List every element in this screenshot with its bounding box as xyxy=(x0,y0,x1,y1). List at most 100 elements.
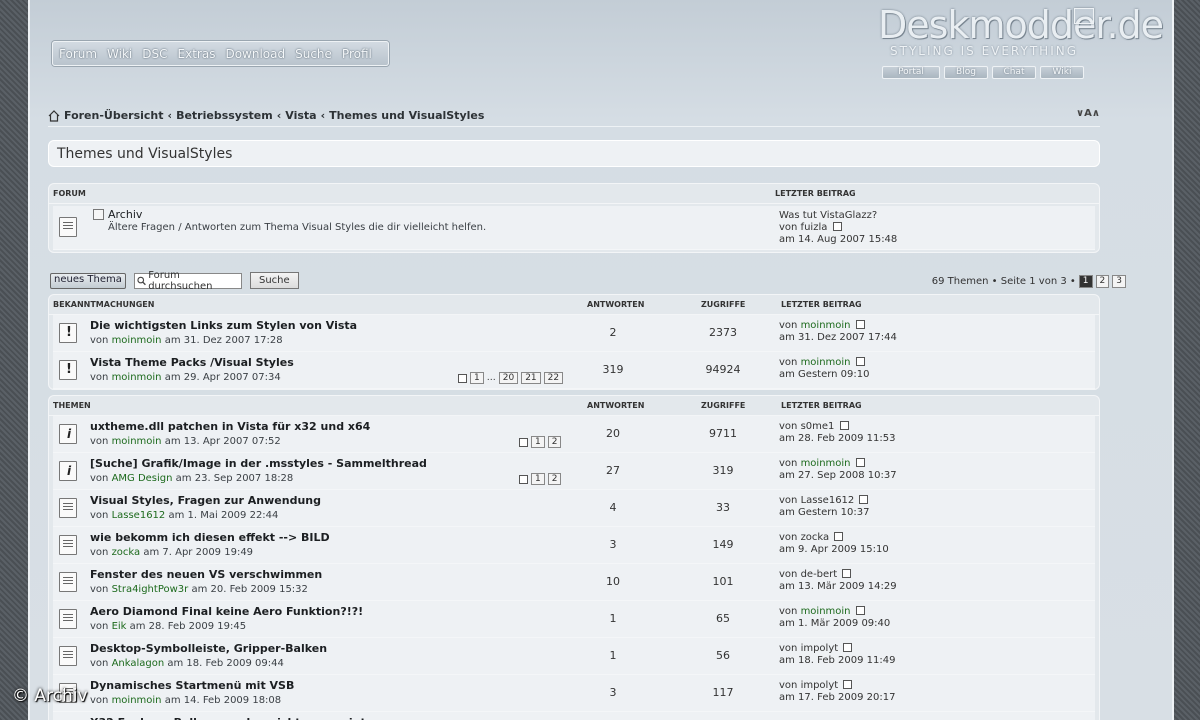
topic-author[interactable]: Stra4ightPow3r xyxy=(112,584,189,595)
home-icon[interactable] xyxy=(48,109,60,122)
font-size-control[interactable]: ∨A∧ xyxy=(1076,108,1100,119)
site-logo[interactable]: Deskmodder.de STYLING IS EVERYTHING xyxy=(878,2,1164,58)
topic-row[interactable]: [Suche] Grafik/Image in der .msstyles - … xyxy=(53,453,1095,490)
col-last-post: LETZTER BEITRAG xyxy=(775,189,856,198)
topic-title[interactable]: Visual Styles, Fragen zur Anwendung xyxy=(90,494,321,507)
last-post-user[interactable]: de-bert xyxy=(801,569,838,580)
nav-extras[interactable]: Extras xyxy=(178,47,216,61)
logo-link-blog[interactable]: Blog xyxy=(944,66,988,79)
topic-row[interactable]: wie bekomm ich diesen effekt --> BILD von… xyxy=(53,527,1095,564)
forum-search-input[interactable]: Forum durchsuchen xyxy=(133,270,242,292)
view-latest-post-icon[interactable] xyxy=(834,532,844,541)
topic-author[interactable]: Ankalagon xyxy=(112,658,165,669)
last-post-title[interactable]: Was tut VistaGlazz? xyxy=(779,210,897,222)
last-post-user[interactable]: impolyt xyxy=(801,643,839,654)
topic-row[interactable]: uxtheme.dll patchen in Vista für x32 und… xyxy=(53,416,1095,453)
topic-title[interactable]: [Suche] Grafik/Image in der .msstyles - … xyxy=(90,457,427,470)
breadcrumb-current[interactable]: Themes und VisualStyles xyxy=(329,109,484,122)
topic-page[interactable]: 2 xyxy=(547,436,562,448)
topic-author-line: von moinmoin am 13. Apr 2007 07:52 xyxy=(90,436,281,447)
nav-dsc[interactable]: DSC xyxy=(142,47,167,61)
topic-title[interactable]: Aero Diamond Final keine Aero Funktion?!… xyxy=(90,605,363,618)
topic-author[interactable]: Eik xyxy=(112,621,127,632)
new-topic-button[interactable]: neues Thema xyxy=(50,272,126,289)
topic-page[interactable]: 1 xyxy=(470,372,484,384)
last-post-date: am 14. Aug 2007 15:48 xyxy=(779,234,898,245)
topic-row[interactable]: X32 Explorer Balken werden nicht angezei… xyxy=(53,712,1095,720)
view-latest-post-icon[interactable] xyxy=(842,569,852,578)
topic-views: 2373 xyxy=(709,326,737,339)
last-post-user[interactable]: moinmoin xyxy=(801,357,851,368)
page-2[interactable]: 2 xyxy=(1095,275,1110,288)
nav-wiki[interactable]: Wiki xyxy=(107,47,132,61)
topic-author[interactable]: moinmoin xyxy=(112,335,162,346)
last-post-user[interactable]: Lasse1612 xyxy=(801,495,855,506)
breadcrumb-betriebssystem[interactable]: Betriebssystem xyxy=(176,109,273,122)
topic-last-post: von moinmoin am Gestern 09:10 xyxy=(779,357,870,380)
topic-row[interactable]: Dynamisches Startmenü mit VSB von moinmoi… xyxy=(53,675,1095,712)
topic-author[interactable]: Lasse1612 xyxy=(112,510,166,521)
topic-page[interactable]: 1 xyxy=(531,436,545,448)
search-button[interactable]: Suche xyxy=(249,272,299,289)
last-post-user[interactable]: moinmoin xyxy=(801,606,851,617)
page-3[interactable]: 3 xyxy=(1112,275,1126,288)
last-post-user[interactable]: impolyt xyxy=(801,680,839,691)
topic-row[interactable]: Visual Styles, Fragen zur Anwendung von L… xyxy=(53,490,1095,527)
view-latest-post-icon[interactable] xyxy=(843,643,853,652)
topic-row[interactable]: Desktop-Symbolleiste, Gripper-Balken von … xyxy=(53,638,1095,675)
view-latest-post-icon[interactable] xyxy=(859,495,869,504)
nav-suche[interactable]: Suche xyxy=(295,47,332,61)
view-latest-post-icon[interactable] xyxy=(855,320,865,329)
view-latest-post-icon[interactable] xyxy=(855,606,865,615)
last-post-date: am 13. Mär 2009 14:29 xyxy=(779,581,897,592)
view-latest-post-icon[interactable] xyxy=(855,357,865,366)
logo-link-portal[interactable]: Portal xyxy=(882,66,940,79)
last-post-author[interactable]: von fuizla xyxy=(779,222,827,233)
view-latest-post-icon[interactable] xyxy=(855,458,865,467)
topic-title[interactable]: Desktop-Symbolleiste, Gripper-Balken xyxy=(90,642,327,655)
logo-link-wiki[interactable]: Wiki xyxy=(1040,66,1084,79)
breadcrumb-index[interactable]: Foren-Übersicht xyxy=(64,109,164,122)
topic-page[interactable]: 22 xyxy=(543,372,564,384)
nav-profil[interactable]: Profil xyxy=(342,47,372,61)
view-latest-post-icon[interactable] xyxy=(843,680,853,689)
last-post-user[interactable]: zocka xyxy=(801,532,830,543)
topic-list: uxtheme.dll patchen in Vista für x32 und… xyxy=(49,416,1099,720)
topic-title[interactable]: Dynamisches Startmenü mit VSB xyxy=(90,679,294,692)
last-post-user[interactable]: moinmoin xyxy=(801,458,851,469)
search-icon xyxy=(137,276,146,285)
view-latest-post-icon[interactable] xyxy=(839,421,849,430)
topic-title[interactable]: Vista Theme Packs /Visual Styles xyxy=(90,356,294,369)
page-1[interactable]: 1 xyxy=(1078,275,1093,288)
topic-author[interactable]: moinmoin xyxy=(112,695,162,706)
topic-page[interactable]: 2 xyxy=(547,473,562,485)
subforum-row[interactable]: Archiv Ältere Fragen / Antworten zum The… xyxy=(53,206,1095,250)
topic-title[interactable]: uxtheme.dll patchen in Vista für x32 und… xyxy=(90,420,370,433)
logo-tagline: STYLING IS EVERYTHING xyxy=(890,44,1079,58)
view-latest-post-icon[interactable] xyxy=(832,222,842,231)
topic-page[interactable]: 1 xyxy=(531,473,545,485)
topic-title[interactable]: Die wichtigsten Links zum Stylen von Vis… xyxy=(90,319,357,332)
topic-title[interactable]: Fenster des neuen VS verschwimmen xyxy=(90,568,322,581)
logo-brand: Deskmodder.de xyxy=(878,3,1164,47)
logo-link-chat[interactable]: Chat xyxy=(992,66,1036,79)
topic-page[interactable]: 20 xyxy=(498,372,519,384)
announcement-row[interactable]: Vista Theme Packs /Visual Styles von moi… xyxy=(53,352,1095,389)
topic-title[interactable]: X32 Explorer Balken werden nicht angezei… xyxy=(90,716,366,720)
topic-author-line: von moinmoin am 14. Feb 2009 18:08 xyxy=(90,695,282,706)
breadcrumb-vista[interactable]: Vista xyxy=(285,109,316,122)
topic-author[interactable]: moinmoin xyxy=(112,372,162,383)
topic-row[interactable]: Aero Diamond Final keine Aero Funktion?!… xyxy=(53,601,1095,638)
nav-download[interactable]: Download xyxy=(225,47,285,61)
subforum-title[interactable]: Archiv xyxy=(108,208,142,221)
nav-forum[interactable]: Forum xyxy=(59,47,97,61)
topic-author[interactable]: zocka xyxy=(112,547,141,558)
topic-title[interactable]: wie bekomm ich diesen effekt --> BILD xyxy=(90,531,330,544)
topic-author[interactable]: moinmoin xyxy=(112,436,162,447)
announcement-row[interactable]: Die wichtigsten Links zum Stylen von Vis… xyxy=(53,315,1095,352)
topic-row[interactable]: Fenster des neuen VS verschwimmen von Str… xyxy=(53,564,1095,601)
topic-author[interactable]: AMG Design xyxy=(112,473,173,484)
last-post-user[interactable]: moinmoin xyxy=(801,320,851,331)
topic-page[interactable]: 21 xyxy=(521,372,541,384)
last-post-user[interactable]: s0me1 xyxy=(801,421,835,432)
